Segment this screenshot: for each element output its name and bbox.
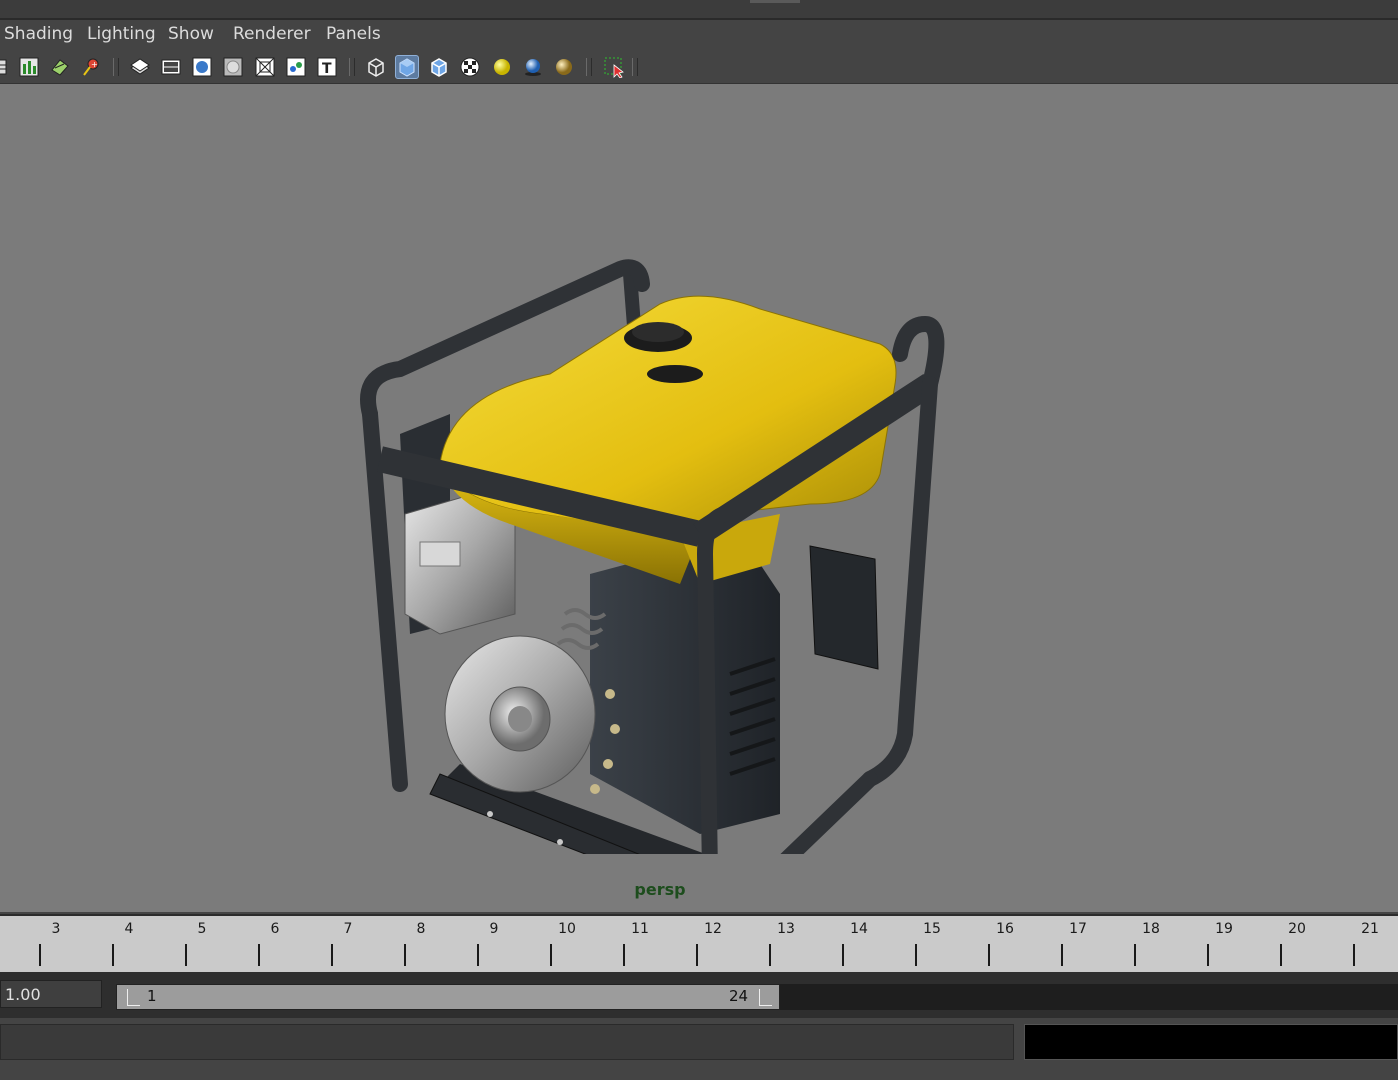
shadows-icon[interactable] <box>521 55 545 79</box>
perspective-viewport[interactable]: persp <box>0 84 1398 912</box>
current-time-field[interactable]: 1.00 <box>0 980 102 1008</box>
isolate-select-icon[interactable] <box>602 55 626 79</box>
timeline-tick-label: 6 <box>270 921 280 937</box>
time-slider[interactable]: 3 4 5 6 7 8 9 10 11 12 13 14 15 16 17 18 19 20 21 <box>0 914 1398 972</box>
timeline-tick-mark <box>404 944 406 966</box>
graph-editor-icon[interactable] <box>17 55 41 79</box>
timeline-tick-label: 3 <box>51 921 61 937</box>
timeline-tick-label: 18 <box>1142 921 1160 937</box>
timeline-tick-mark <box>112 944 114 966</box>
timeline-tick-label: 19 <box>1215 921 1233 937</box>
film-gate-icon[interactable] <box>159 55 183 79</box>
timeline-tick-label: 17 <box>1069 921 1087 937</box>
panel-drag-handle[interactable] <box>750 0 800 3</box>
safe-action-icon[interactable] <box>284 55 308 79</box>
bookmark-camera-icon[interactable]: + <box>79 55 103 79</box>
high-quality-icon[interactable] <box>552 55 576 79</box>
window-top-strip <box>0 0 1398 20</box>
timeline-tick-mark <box>331 944 333 966</box>
playback-range-slider[interactable]: 1 24 <box>116 984 780 1010</box>
use-default-lights-icon[interactable] <box>490 55 514 79</box>
timeline-tick-mark <box>842 944 844 966</box>
range-end-handle[interactable] <box>759 989 772 1006</box>
timeline-tick-mark <box>1061 944 1063 966</box>
timeline-tick-label: 10 <box>558 921 576 937</box>
toolbar-separator <box>349 58 355 76</box>
timeline-tick-mark <box>696 944 698 966</box>
smooth-shade-cube-icon[interactable] <box>395 55 419 79</box>
timeline-tick-label: 15 <box>923 921 941 937</box>
toolbar-separator <box>586 58 592 76</box>
generator-model[interactable] <box>340 174 980 854</box>
image-plane-icon[interactable] <box>128 55 152 79</box>
timeline-tick-label: 7 <box>343 921 353 937</box>
svg-text:T: T <box>322 61 332 77</box>
menu-panels[interactable]: Panels <box>326 24 381 44</box>
range-track <box>780 984 1398 1010</box>
timeline-tick-label: 12 <box>704 921 722 937</box>
svg-text:+: + <box>91 60 98 69</box>
timeline-tick-mark <box>1280 944 1282 966</box>
range-slider-bar: 1.00 1 24 <box>0 972 1398 1018</box>
camera-label: persp <box>634 880 686 899</box>
timeline-tick-mark <box>1353 944 1355 966</box>
timeline-tick-mark <box>39 944 41 966</box>
timeline-tick-mark <box>1134 944 1136 966</box>
timeline-tick-mark <box>915 944 917 966</box>
timeline-tick-mark <box>1207 944 1209 966</box>
timeline-tick-label: 8 <box>416 921 426 937</box>
gate-mask-icon[interactable] <box>221 55 245 79</box>
range-start-value: 1 <box>147 987 157 1005</box>
panel-toolbar: + T <box>0 50 1398 84</box>
timeline-tick-label: 14 <box>850 921 868 937</box>
timeline-tick-mark <box>623 944 625 966</box>
wireframe-cube-icon[interactable] <box>364 55 388 79</box>
textured-icon[interactable] <box>458 55 482 79</box>
timeline-tick-label: 4 <box>124 921 134 937</box>
timeline-tick-label: 11 <box>631 921 649 937</box>
panel-menubar: Shading Lighting Show Renderer Panels <box>0 20 1398 50</box>
timeline-tick-label: 21 <box>1361 921 1379 937</box>
camera-attributes-icon[interactable] <box>48 55 72 79</box>
timeline-tick-label: 9 <box>489 921 499 937</box>
timeline-tick-mark <box>769 944 771 966</box>
timeline-tick-mark <box>988 944 990 966</box>
timeline-tick-label: 5 <box>197 921 207 937</box>
wireframe-on-shaded-icon[interactable] <box>427 55 451 79</box>
menu-lighting[interactable]: Lighting <box>87 24 156 44</box>
grid-icon[interactable] <box>0 55 10 79</box>
timeline-tick-mark <box>185 944 187 966</box>
command-line-bar <box>0 1018 1398 1080</box>
command-input[interactable] <box>0 1024 1014 1060</box>
range-end-value: 24 <box>729 987 749 1005</box>
resolution-gate-icon[interactable] <box>190 55 214 79</box>
command-result <box>1024 1024 1398 1060</box>
timeline-tick-label: 13 <box>777 921 795 937</box>
timeline-tick-label: 20 <box>1288 921 1306 937</box>
timeline-tick-mark <box>550 944 552 966</box>
timeline-tick-mark <box>258 944 260 966</box>
timeline-tick-mark <box>477 944 479 966</box>
menu-renderer[interactable]: Renderer <box>233 24 311 44</box>
toolbar-separator <box>113 58 119 76</box>
menu-shading[interactable]: Shading <box>4 24 73 44</box>
menu-show[interactable]: Show <box>168 24 214 44</box>
toolbar-separator <box>632 58 638 76</box>
timeline-tick-label: 16 <box>996 921 1014 937</box>
field-chart-icon[interactable] <box>253 55 277 79</box>
safe-title-icon[interactable]: T <box>315 55 339 79</box>
range-start-handle[interactable] <box>127 989 140 1006</box>
